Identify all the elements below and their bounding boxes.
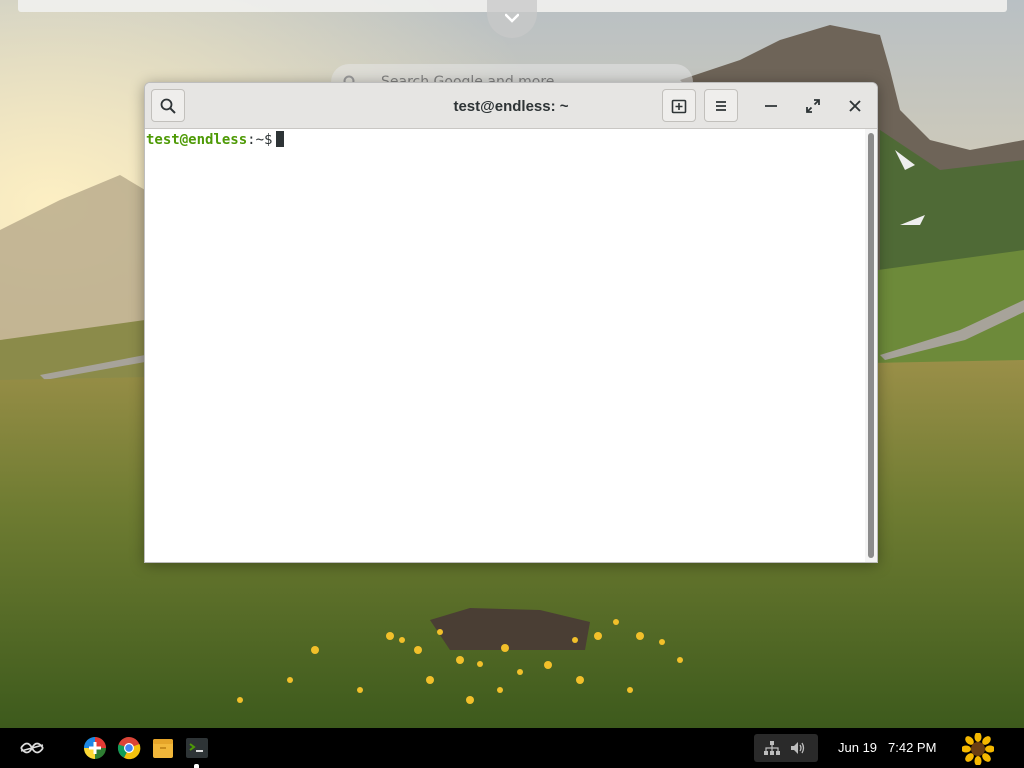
search-button[interactable] — [151, 89, 185, 122]
endless-menu-button[interactable] — [18, 736, 46, 760]
hamburger-menu-icon — [716, 100, 726, 111]
terminal-launcher[interactable] — [185, 736, 209, 760]
scrollbar-thumb[interactable] — [868, 133, 874, 558]
prompt-path: :~$ — [247, 132, 273, 148]
maximize-icon — [806, 98, 820, 113]
terminal-window: test@endless: ~ test@endless:~$ — [144, 82, 878, 563]
terminal-output[interactable]: test@endless:~$ — [145, 129, 867, 562]
endless-logo-icon — [20, 742, 44, 754]
text-cursor — [276, 131, 285, 147]
chrome-icon — [117, 737, 141, 760]
network-icon[interactable] — [764, 741, 780, 755]
system-tray[interactable] — [754, 734, 818, 762]
scrollbar[interactable] — [865, 129, 877, 562]
terminal-icon — [186, 738, 208, 758]
app-center-launcher[interactable] — [83, 736, 107, 760]
new-tab-icon — [671, 99, 687, 113]
running-indicator — [194, 764, 199, 768]
sunflower-avatar-icon — [961, 732, 995, 766]
app-center-icon — [84, 737, 106, 759]
menu-button[interactable] — [704, 89, 738, 122]
close-icon — [849, 99, 861, 112]
files-launcher[interactable] — [151, 736, 175, 760]
headerbar: test@endless: ~ — [145, 83, 877, 129]
clock-date[interactable]: Jun 19 — [838, 728, 877, 768]
chrome-launcher[interactable] — [117, 736, 141, 760]
minimize-button[interactable] — [754, 89, 788, 122]
prompt-user-host: test@endless — [146, 132, 248, 148]
chevron-down-icon — [505, 13, 519, 23]
minimize-icon — [765, 104, 777, 107]
files-icon — [153, 739, 173, 758]
clock-time[interactable]: 7:42 PM — [888, 728, 936, 768]
volume-icon[interactable] — [790, 741, 806, 755]
close-button[interactable] — [838, 89, 872, 122]
taskbar: Jun 19 7:42 PM — [0, 728, 1024, 768]
user-menu-button[interactable] — [961, 732, 995, 766]
maximize-button[interactable] — [796, 89, 830, 122]
search-icon — [160, 98, 176, 114]
new-tab-button[interactable] — [662, 89, 696, 122]
